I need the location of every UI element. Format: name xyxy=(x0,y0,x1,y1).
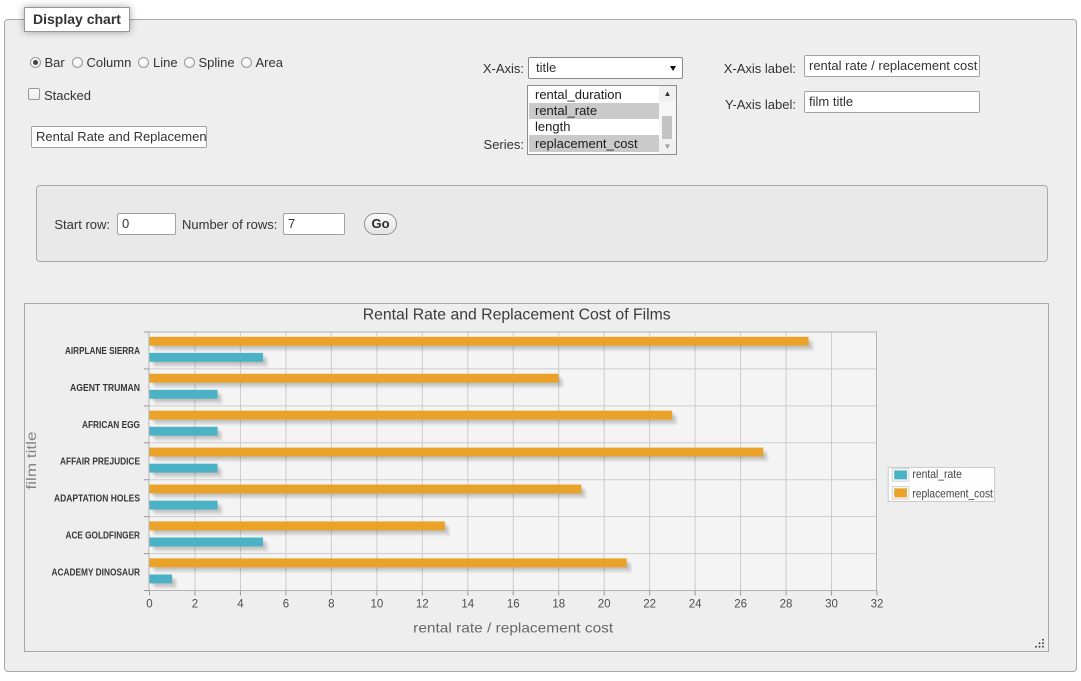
svg-text:28: 28 xyxy=(780,599,793,611)
svg-text:AIRPLANE SIERRA: AIRPLANE SIERRA xyxy=(65,346,140,357)
svg-text:20: 20 xyxy=(598,599,611,611)
svg-text:16: 16 xyxy=(507,599,520,611)
svg-text:6: 6 xyxy=(283,599,289,611)
svg-text:12: 12 xyxy=(416,599,429,611)
svg-text:30: 30 xyxy=(825,599,838,611)
svg-text:rental_rate: rental_rate xyxy=(912,467,962,481)
svg-text:32: 32 xyxy=(871,599,884,611)
svg-text:replacement_cost: replacement_cost xyxy=(912,487,993,501)
svg-text:ACE GOLDFINGER: ACE GOLDFINGER xyxy=(66,531,141,542)
svg-text:AGENT TRUMAN: AGENT TRUMAN xyxy=(70,383,140,394)
svg-text:Rental Rate and Replacement Co: Rental Rate and Replacement Cost of Film… xyxy=(363,307,671,324)
svg-text:10: 10 xyxy=(370,599,383,611)
svg-text:0: 0 xyxy=(146,599,152,611)
svg-text:8: 8 xyxy=(328,599,334,611)
svg-text:14: 14 xyxy=(461,599,474,611)
svg-text:ACADEMY DINOSAUR: ACADEMY DINOSAUR xyxy=(52,567,141,578)
svg-text:26: 26 xyxy=(734,599,747,611)
svg-text:film title: film title xyxy=(25,432,39,490)
svg-text:AFFAIR PREJUDICE: AFFAIR PREJUDICE xyxy=(60,457,140,468)
svg-text:AFRICAN EGG: AFRICAN EGG xyxy=(82,420,140,431)
svg-text:2: 2 xyxy=(192,599,198,611)
svg-text:rental rate / replacement cost: rental rate / replacement cost xyxy=(413,619,613,635)
svg-text:22: 22 xyxy=(643,599,656,611)
svg-text:4: 4 xyxy=(237,599,244,611)
svg-text:18: 18 xyxy=(552,599,565,611)
svg-text:24: 24 xyxy=(689,599,702,611)
svg-text:ADAPTATION HOLES: ADAPTATION HOLES xyxy=(54,494,140,505)
